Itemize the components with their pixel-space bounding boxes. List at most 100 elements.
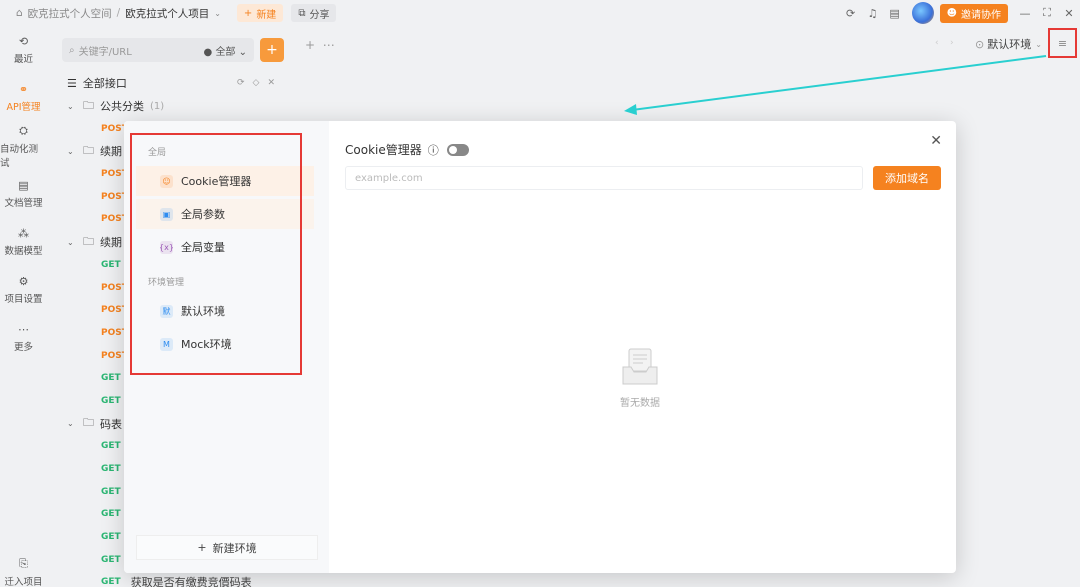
history-icon: ⟲ (18, 35, 29, 48)
project-selector[interactable]: 欧克拉式个人项目 (125, 6, 209, 21)
env-icon: ⊙ (975, 37, 985, 51)
share-button-label: 分享 (309, 9, 330, 21)
avatar[interactable] (911, 2, 934, 24)
folder-name: 续期 (100, 145, 122, 159)
chevron-down-icon[interactable]: ⌄ (67, 102, 79, 111)
share-button[interactable]: ⧉ 分享 (291, 4, 337, 22)
nav-item-import[interactable]: ⎘ 迁入项目 (0, 556, 47, 587)
method-badge: GET (101, 509, 121, 520)
invite-button[interactable]: ☻ 邀请协作 (939, 3, 1008, 23)
api-root-icon: ☰ (67, 76, 77, 90)
search-placeholder: 关键字/URL (78, 46, 132, 58)
folder-icon: 🗀 (83, 416, 94, 430)
filter-select[interactable]: ● 全部 ⌄ (204, 43, 247, 58)
folder-icon: 🗀 (83, 98, 94, 112)
bell-icon[interactable]: ♫ (862, 2, 884, 24)
sync-icon[interactable]: ⟳ (840, 2, 862, 24)
new-button[interactable]: + 新建 (236, 4, 284, 22)
add-tab-button[interactable]: + (305, 38, 315, 52)
chevron-down-icon[interactable]: ⌄ (67, 238, 79, 247)
left-nav: ⟲ 最近 ⚭ API管理 ⛭ 自动化测试 ▤ 文档管理 ⁂ 数据模型 ⚙ 项目设置 ⋯ 更多 (0, 26, 47, 587)
workspace-link[interactable]: 欧克拉式个人空间 (28, 6, 112, 21)
modal-content: Cookie管理器 ⓘ ✕ example.com 添加域名 暂无数据 (329, 121, 956, 573)
nav-item-1[interactable]: ⚭ API管理 (0, 74, 47, 122)
nav-item-label: 最近 (13, 54, 33, 65)
search-icon: ⌕ (69, 44, 75, 56)
method-badge: GET (101, 395, 121, 406)
close-icon[interactable]: ✕ (1058, 2, 1080, 24)
folder-icon: 🗀 (83, 143, 94, 157)
plus-icon: + (197, 541, 207, 554)
plus-icon: + (243, 7, 253, 19)
menu-icon: ≡ (1057, 36, 1068, 50)
method-badge: GET (101, 441, 121, 452)
nav-item-label: 项目设置 (4, 294, 43, 305)
folder-name: 续期 (100, 236, 122, 250)
project-settings-icon: ⚙ (18, 275, 29, 288)
highlight-box (130, 133, 302, 375)
nav-item-2[interactable]: ⛭ 自动化测试 (0, 122, 47, 170)
api-row[interactable]: GET 获取是否有缴费竞價码表 (55, 571, 295, 587)
cookie-toggle[interactable] (446, 143, 469, 156)
chevron-down-icon[interactable]: ⌄ (67, 147, 79, 156)
search-input[interactable]: ⌕ 关键字/URL ● 全部 ⌄ (62, 38, 254, 62)
new-env-button[interactable]: + 新建环境 (136, 535, 318, 560)
tree-root[interactable]: ☰ 全部接口 ⟳◇✕ (55, 72, 295, 95)
add-api-button[interactable]: + (260, 38, 284, 62)
chevron-down-icon[interactable]: ⌄ (67, 419, 79, 428)
tree-toolbar: ⟳◇✕ (236, 78, 283, 89)
chevron-down-icon[interactable]: ⌄ (214, 9, 221, 18)
maximize-icon[interactable]: ⛶ (1036, 2, 1058, 24)
nav-item-label: 迁入项目 (4, 576, 43, 587)
new-button-label: 新建 (256, 9, 277, 21)
env-selector[interactable]: ⊙ 默认环境 ⌄ (975, 35, 1042, 53)
empty-text: 暂无数据 (620, 398, 660, 409)
nav-item-label: 自动化测试 (0, 143, 39, 169)
minimize-icon[interactable]: — (1014, 2, 1036, 24)
nav-item-label: API管理 (6, 102, 41, 113)
new-env-label: 新建环境 (212, 541, 257, 555)
share-icon: ⧉ (298, 7, 306, 19)
domain-placeholder: example.com (355, 172, 423, 184)
nav-item-3[interactable]: ▤ 文档管理 (0, 170, 47, 218)
more-tabs-icon[interactable]: ⋯ (323, 38, 335, 52)
notes-icon[interactable]: ▤ (884, 2, 906, 24)
user-icon: ☻ (946, 7, 957, 19)
folder-icon: 🗀 (83, 234, 94, 248)
nav-item-6[interactable]: ⋯ 更多 (0, 314, 47, 362)
env-menu-button[interactable]: ≡ (1048, 28, 1077, 58)
modal-title: Cookie管理器 (345, 143, 422, 157)
tab-bar: + ⋯ (305, 38, 335, 52)
add-domain-button[interactable]: 添加域名 (873, 166, 941, 190)
modal-title-row: Cookie管理器 ⓘ (345, 141, 469, 158)
method-badge: GET (101, 577, 121, 587)
folder-row[interactable]: ⌄ 🗀 公共分类 (1) (55, 95, 295, 118)
nav-item-label: 数据模型 (4, 246, 43, 257)
top-bar: ⌂ 欧克拉式个人空间 / 欧克拉式个人项目 ⌄ + 新建 ⧉ 分享 ⟳ ♫ ▤ ☻ 邀… (0, 0, 1080, 26)
model-icon: ⁂ (18, 227, 29, 240)
empty-box-icon (622, 348, 658, 385)
close-icon[interactable]: ✕ (930, 133, 942, 149)
home-icon[interactable]: ⌂ (16, 7, 23, 19)
nav-item-4[interactable]: ⁂ 数据模型 (0, 218, 47, 266)
import-icon: ⎘ (19, 556, 28, 570)
breadcrumb: ⌂ 欧克拉式个人空间 / 欧克拉式个人项目 ⌄ (0, 6, 221, 21)
nav-item-5[interactable]: ⚙ 项目设置 (0, 266, 47, 314)
folder-count: (1) (150, 100, 165, 112)
document-icon: ▤ (18, 179, 29, 192)
chevron-down-icon: ⌄ (1035, 39, 1042, 49)
tab-nav-arrows[interactable]: ‹ › (935, 38, 954, 48)
api-name: 获取是否有缴费竞價码表 (130, 576, 252, 587)
nav-item-0[interactable]: ⟲ 最近 (0, 26, 47, 74)
nav-item-label: 更多 (13, 342, 33, 353)
method-badge: GET (101, 486, 121, 497)
tree-root-label: 全部接口 (82, 77, 127, 91)
link-icon: ⚭ (18, 83, 29, 96)
method-badge: GET (101, 554, 121, 565)
invite-button-label: 邀请协作 (961, 9, 1001, 21)
env-selector-label: 默认环境 (987, 38, 1032, 51)
empty-state: 暂无数据 (605, 347, 675, 409)
help-icon[interactable]: ⓘ (428, 142, 439, 158)
method-badge: GET (101, 532, 121, 543)
domain-input[interactable]: example.com (345, 166, 863, 190)
